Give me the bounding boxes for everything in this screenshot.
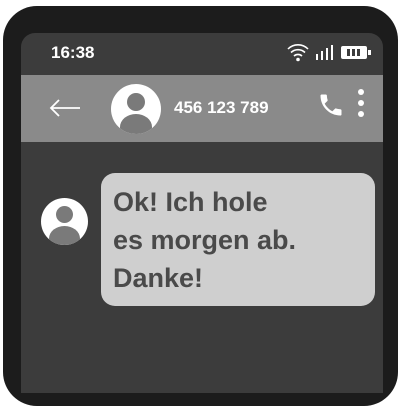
phone-screen: 16:38 456 123 789 Ok! Ich hole es morgen… [21, 33, 383, 393]
arrow-left-icon[interactable] [49, 94, 81, 122]
phone-icon[interactable] [317, 90, 345, 120]
phone-frame: 16:38 456 123 789 Ok! Ich hole es morgen… [3, 6, 398, 406]
message-line: Danke! [113, 263, 204, 293]
signal-icon [316, 45, 333, 60]
wifi-icon [287, 44, 309, 62]
status-bar: 16:38 [21, 33, 383, 75]
contact-number[interactable]: 456 123 789 [174, 98, 269, 118]
contact-avatar[interactable] [111, 84, 161, 134]
message-line: es morgen ab. [113, 225, 297, 255]
sender-avatar [41, 198, 88, 245]
message-text: Ok! Ich hole es morgen ab. Danke! [113, 183, 363, 297]
status-time: 16:38 [51, 43, 95, 62]
message-bubble[interactable]: Ok! Ich hole es morgen ab. Danke! [101, 173, 375, 306]
battery-icon [341, 45, 371, 59]
conversation-header: 456 123 789 [21, 75, 383, 142]
more-vertical-icon[interactable] [356, 89, 366, 125]
status-icons [287, 42, 371, 62]
message-line: Ok! Ich hole [113, 187, 268, 217]
